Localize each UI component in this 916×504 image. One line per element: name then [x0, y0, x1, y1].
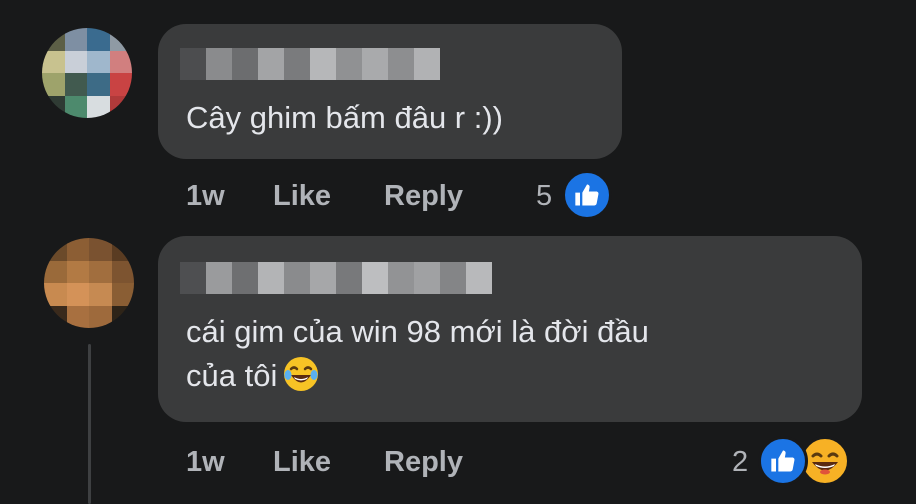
commenter-name-blurred[interactable]: [180, 48, 440, 80]
like-icon[interactable]: [758, 436, 808, 486]
reaction-count[interactable]: 2: [732, 446, 748, 479]
like-button[interactable]: Like: [273, 446, 331, 479]
comment-text: cái gim của win 98 mới là đời đầu của tô…: [186, 310, 826, 404]
thumbs-up-icon: [575, 184, 599, 206]
like-button[interactable]: Like: [273, 180, 331, 213]
reply-thread-line: [88, 344, 91, 504]
comment-timestamp[interactable]: 1w: [186, 180, 225, 213]
comment-text-content: cái gim của win 98 mới là đời đầu của tô…: [186, 314, 649, 393]
commenter-name-blurred[interactable]: [180, 262, 492, 294]
comment-text: Cây ghim bấm đâu r :)): [186, 100, 503, 135]
commenter-avatar[interactable]: [42, 28, 132, 118]
reaction-count[interactable]: 5: [536, 180, 552, 213]
comment-timestamp[interactable]: 1w: [186, 446, 225, 479]
like-icon[interactable]: [562, 170, 612, 220]
reply-button[interactable]: Reply: [384, 446, 463, 479]
thumbs-up-icon: [771, 450, 795, 472]
reply-button[interactable]: Reply: [384, 180, 463, 213]
comment-bubble: Cây ghim bấm đâu r :)): [158, 24, 622, 159]
laughing-tears-emoji: [283, 356, 319, 404]
comment-bubble: cái gim của win 98 mới là đời đầu của tô…: [158, 236, 862, 422]
commenter-avatar[interactable]: [44, 238, 134, 328]
